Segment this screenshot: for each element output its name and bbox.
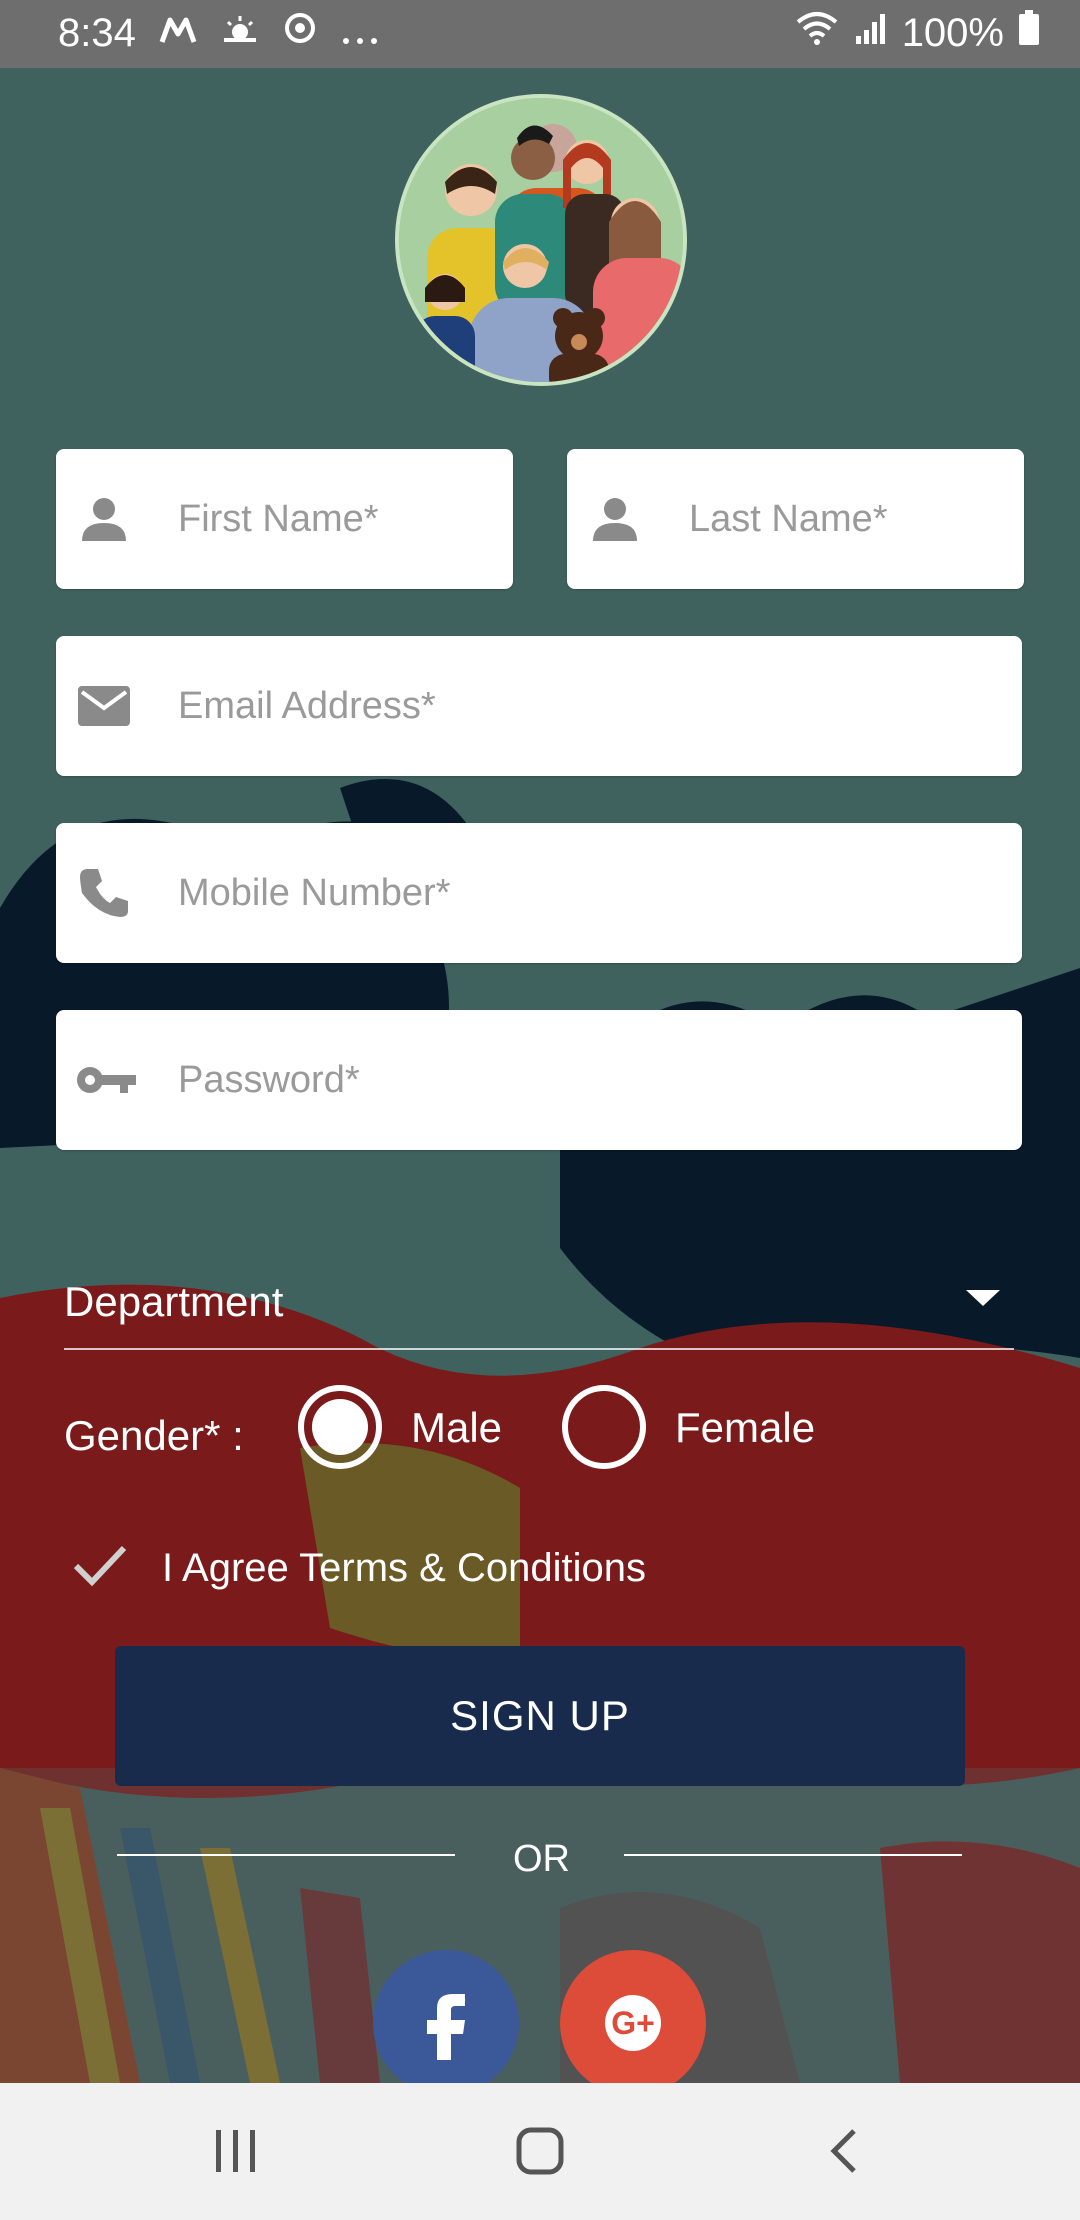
divider-left (117, 1854, 455, 1856)
family-avatar-image (399, 98, 683, 382)
status-time: 8:34 (58, 10, 136, 55)
first-name-input[interactable] (176, 449, 493, 589)
agree-terms-checkbox[interactable]: I Agree Terms & Conditions (72, 1540, 772, 1600)
department-dropdown[interactable]: Department (64, 1252, 1014, 1350)
more-icon (340, 11, 380, 56)
last-name-input[interactable] (687, 449, 1004, 589)
gender-label: Gender* : (64, 1412, 244, 1459)
phone-icon (74, 863, 134, 923)
back-button[interactable] (826, 2127, 860, 2180)
divider-right (624, 1854, 962, 1856)
or-label: OR (513, 1838, 570, 1880)
email-field[interactable] (56, 636, 1022, 776)
first-name-field[interactable] (56, 449, 513, 589)
wifi-icon (794, 10, 840, 56)
sync-icon (282, 10, 318, 56)
person-icon (585, 489, 645, 549)
person-icon (74, 489, 134, 549)
status-bar: 8:34 100% (0, 0, 1080, 68)
email-input[interactable] (176, 636, 1002, 776)
weather-icon (220, 11, 260, 56)
female-radio-label[interactable]: Female (675, 1404, 815, 1452)
last-name-field[interactable] (567, 449, 1024, 589)
male-radio-label[interactable]: Male (411, 1404, 502, 1452)
home-button[interactable] (516, 2127, 564, 2180)
motorola-m-icon (158, 11, 198, 56)
checkmark-icon (72, 1540, 128, 1597)
password-input[interactable] (176, 1010, 1002, 1150)
key-icon (74, 1050, 136, 1110)
sign-up-button[interactable]: SIGN UP (115, 1646, 965, 1786)
department-label: Department (64, 1278, 284, 1325)
svg-text:G+: G+ (611, 2005, 655, 2041)
navigation-bar (0, 2083, 1080, 2220)
male-radio[interactable] (298, 1385, 382, 1469)
mail-icon (74, 676, 134, 736)
google-plus-login-button[interactable]: G+ (560, 1950, 706, 2096)
facebook-icon (427, 1994, 465, 2060)
mobile-input[interactable] (176, 823, 1002, 963)
agree-terms-label: I Agree Terms & Conditions (162, 1546, 646, 1590)
google-plus-icon: G+ (605, 1995, 661, 2051)
mobile-field[interactable] (56, 823, 1022, 963)
facebook-login-button[interactable] (373, 1950, 519, 2096)
recent-apps-button[interactable] (214, 2128, 258, 2179)
female-radio[interactable] (562, 1385, 646, 1469)
signal-icon (854, 11, 888, 56)
battery-icon (1018, 10, 1040, 56)
battery-percent: 100% (901, 10, 1004, 55)
dropdown-arrow-icon (966, 1290, 1000, 1306)
password-field[interactable] (56, 1010, 1022, 1150)
